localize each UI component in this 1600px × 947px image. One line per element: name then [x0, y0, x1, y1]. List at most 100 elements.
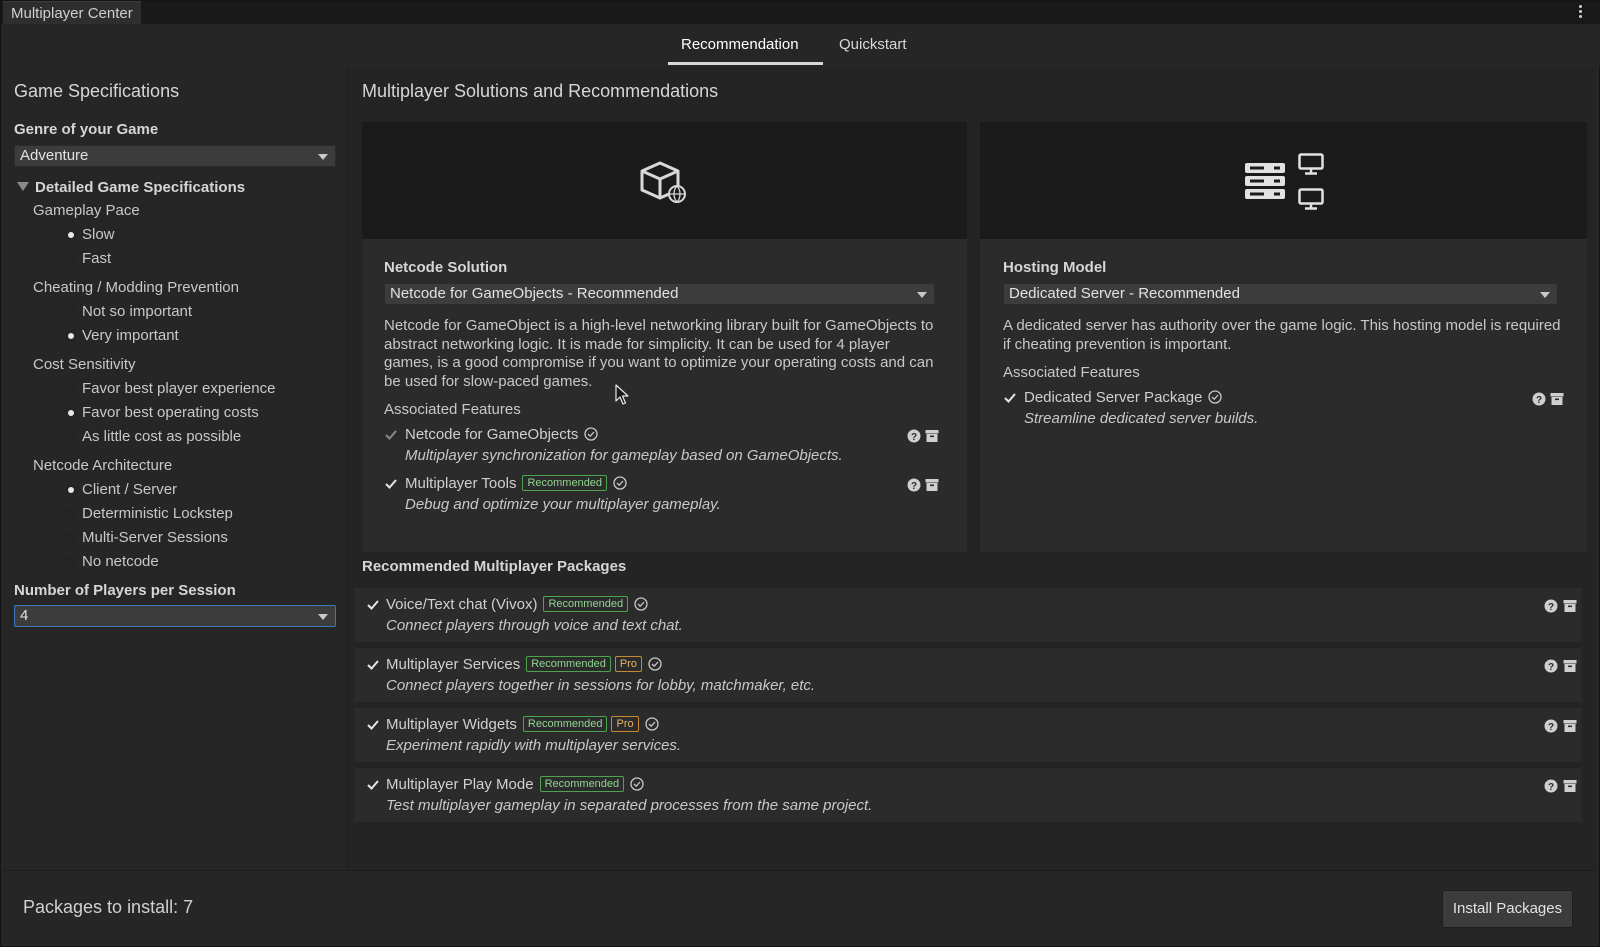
help-icon[interactable]: ?	[1544, 599, 1558, 613]
help-icon[interactable]: ?	[1532, 392, 1546, 406]
check-icon[interactable]	[384, 428, 398, 442]
package-title: Multiplayer Services	[386, 656, 521, 673]
feature-multiplayer-tools: Multiplayer Tools Recommended	[405, 475, 627, 492]
hosting-model-card: Hosting Model Dedicated Server - Recomme…	[980, 122, 1587, 552]
package-icon[interactable]	[1550, 392, 1564, 406]
radio-client-server[interactable]: Client / Server	[65, 481, 177, 498]
feature-actions: ?	[907, 478, 943, 494]
radio-little-cost[interactable]: As little cost as possible	[65, 428, 241, 445]
check-icon[interactable]	[366, 718, 380, 732]
feature-description: Streamline dedicated server builds.	[1024, 410, 1259, 427]
cost-sensitivity-label: Cost Sensitivity	[33, 356, 136, 373]
radio-dot	[65, 383, 77, 395]
radio-best-player-experience[interactable]: Favor best player experience	[65, 380, 275, 397]
radio-not-so-important[interactable]: Not so important	[65, 303, 193, 320]
hosting-model-dropdown[interactable]: Dedicated Server - Recommended	[1003, 283, 1558, 305]
help-icon[interactable]: ?	[1544, 779, 1558, 793]
tab-quickstart[interactable]: Quickstart	[839, 36, 907, 53]
radio-dot	[65, 253, 77, 265]
netcode-features-label: Associated Features	[384, 401, 521, 418]
package-icon[interactable]	[1563, 599, 1577, 613]
check-icon[interactable]	[366, 778, 380, 792]
package-row-vivox: Voice/Text chat (Vivox) Recommended Conne…	[354, 588, 1582, 642]
package-title: Multiplayer Play Mode	[386, 776, 534, 793]
package-row-multiplayer-widgets: Multiplayer Widgets Recommended Pro Experi…	[354, 708, 1582, 762]
package-title: Voice/Text chat (Vivox)	[386, 596, 538, 613]
package-name: Multiplayer Services Recommended Pro	[386, 656, 662, 673]
feature-name: Multiplayer Tools	[405, 475, 517, 492]
package-icon[interactable]	[925, 429, 939, 443]
help-icon[interactable]: ?	[907, 429, 921, 443]
svg-text:?: ?	[1548, 662, 1554, 673]
active-tab-underline	[668, 62, 823, 65]
radio-multi-server-sessions[interactable]: Multi-Server Sessions	[65, 529, 228, 546]
installed-check-icon	[1208, 390, 1223, 404]
window-titlebar: Multiplayer Center	[1, 1, 1600, 24]
package-icon[interactable]	[925, 478, 939, 492]
install-packages-button[interactable]: Install Packages	[1442, 890, 1573, 928]
packages-to-install-count: Packages to install: 7	[23, 897, 194, 917]
players-dropdown-value: 4	[20, 607, 29, 624]
package-icon[interactable]	[1563, 779, 1577, 793]
chevron-down-icon	[318, 154, 328, 160]
genre-dropdown[interactable]: Adventure	[14, 145, 336, 167]
radio-best-operating-costs[interactable]: Favor best operating costs	[65, 404, 259, 421]
cheating-prevention-label: Cheating / Modding Prevention	[33, 279, 239, 296]
packages-heading: Recommended Multiplayer Packages	[362, 558, 627, 575]
hosting-model-title: Hosting Model	[1003, 259, 1107, 276]
radio-fast[interactable]: Fast	[65, 250, 112, 267]
netcode-dropdown-value: Netcode for GameObjects - Recommended	[390, 285, 679, 302]
radio-label: Fast	[82, 250, 112, 267]
recommended-badge: Recommended	[522, 716, 608, 732]
tab-recommendation[interactable]: Recommendation	[681, 36, 799, 53]
netcode-solution-dropdown[interactable]: Netcode for GameObjects - Recommended	[384, 283, 935, 305]
radio-label: No netcode	[82, 553, 159, 570]
radio-dot	[65, 229, 77, 241]
radio-no-netcode[interactable]: No netcode	[65, 553, 159, 570]
svg-text:?: ?	[911, 432, 917, 443]
kebab-menu-icon[interactable]	[1577, 3, 1583, 21]
package-description: Experiment rapidly with multiplayer serv…	[386, 737, 682, 754]
package-name: Multiplayer Play Mode Recommended	[386, 776, 644, 793]
package-title: Multiplayer Widgets	[386, 716, 517, 733]
server-rack-icon	[1245, 163, 1285, 199]
package-icon[interactable]	[1563, 719, 1577, 733]
feature-description: Debug and optimize your multiplayer game…	[405, 496, 721, 513]
package-name: Voice/Text chat (Vivox) Recommended	[386, 596, 648, 613]
window-title-tab[interactable]: Multiplayer Center	[3, 1, 141, 24]
radio-deterministic-lockstep[interactable]: Deterministic Lockstep	[65, 505, 233, 522]
radio-dot	[65, 484, 77, 496]
radio-dot	[65, 508, 77, 520]
netcode-architecture-label: Netcode Architecture	[33, 457, 173, 474]
radio-label: Very important	[82, 327, 179, 344]
svg-text:?: ?	[1548, 602, 1554, 613]
radio-slow[interactable]: Slow	[65, 226, 115, 243]
radio-label: Multi-Server Sessions	[82, 529, 228, 546]
help-icon[interactable]: ?	[1544, 659, 1558, 673]
detailed-specs-foldout[interactable]: Detailed Game Specifications	[17, 179, 245, 196]
radio-label: Not so important	[82, 303, 193, 320]
radio-very-important[interactable]: Very important	[65, 327, 179, 344]
radio-label: Favor best operating costs	[82, 404, 259, 421]
check-icon[interactable]	[1003, 391, 1017, 405]
monitor-icon	[1298, 188, 1324, 210]
package-name: Multiplayer Widgets Recommended Pro	[386, 716, 659, 733]
package-icon[interactable]	[1563, 659, 1577, 673]
installed-check-icon	[584, 427, 599, 441]
radio-label: Deterministic Lockstep	[82, 505, 233, 522]
installed-check-icon	[630, 777, 644, 791]
players-per-session-dropdown[interactable]: 4	[14, 605, 336, 627]
svg-text:?: ?	[1548, 782, 1554, 793]
help-icon[interactable]: ?	[907, 478, 921, 492]
chevron-down-icon	[917, 292, 927, 298]
help-icon[interactable]: ?	[1544, 719, 1558, 733]
pro-badge: Pro	[611, 716, 639, 732]
monitor-icon	[1298, 153, 1324, 175]
check-icon[interactable]	[384, 477, 398, 491]
check-icon[interactable]	[366, 598, 380, 612]
svg-text:?: ?	[1536, 395, 1542, 406]
recommended-badge: Recommended	[526, 656, 611, 672]
netcode-hero	[362, 122, 967, 239]
pro-badge: Pro	[614, 656, 642, 672]
check-icon[interactable]	[366, 658, 380, 672]
